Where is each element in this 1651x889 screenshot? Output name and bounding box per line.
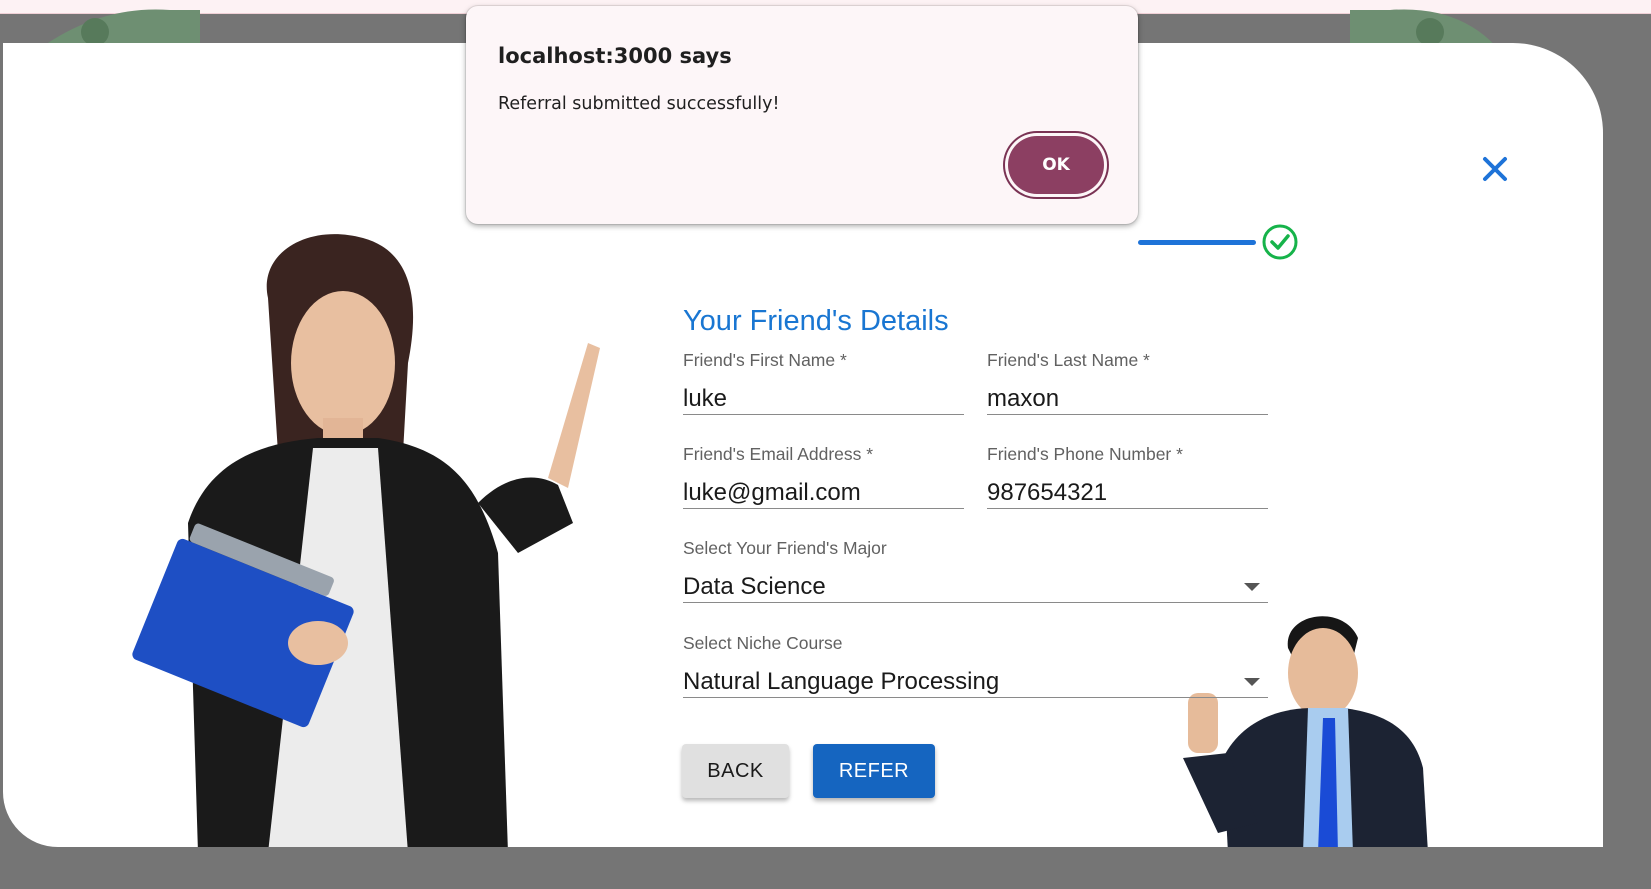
major-selected-value[interactable]: Data Science	[683, 573, 826, 601]
chevron-down-icon[interactable]	[1244, 678, 1260, 686]
niche-course-select[interactable]: Select Niche Course Natural Language Pro…	[683, 633, 1268, 698]
niche-course-selected-value[interactable]: Natural Language Processing	[683, 668, 999, 696]
phone-underline	[987, 508, 1268, 509]
last-name-label: Friend's Last Name *	[987, 350, 1150, 370]
alert-message: Referral submitted successfully!	[498, 94, 780, 114]
major-underline	[683, 602, 1268, 603]
stepper-progress-line	[1138, 240, 1256, 245]
last-name-field[interactable]: Friend's Last Name * maxon	[987, 350, 1268, 415]
form-title: Your Friend's Details	[683, 305, 949, 337]
first-name-label: Friend's First Name *	[683, 350, 847, 370]
ok-button[interactable]: OK	[1008, 136, 1104, 194]
back-button[interactable]: BACK	[682, 744, 789, 798]
first-name-input[interactable]: luke	[683, 385, 727, 413]
refer-button[interactable]: REFER	[813, 744, 935, 798]
niche-course-label: Select Niche Course	[683, 633, 843, 653]
major-label: Select Your Friend's Major	[683, 538, 887, 558]
phone-input[interactable]: 987654321	[987, 479, 1107, 507]
niche-course-underline	[683, 697, 1268, 698]
first-name-underline	[683, 414, 964, 415]
first-name-field[interactable]: Friend's First Name * luke	[683, 350, 964, 415]
major-select[interactable]: Select Your Friend's Major Data Science	[683, 538, 1268, 603]
woman-with-clipboard-image	[132, 234, 600, 847]
email-underline	[683, 508, 964, 509]
email-field[interactable]: Friend's Email Address * luke@gmail.com	[683, 444, 964, 509]
phone-field[interactable]: Friend's Phone Number * 987654321	[987, 444, 1268, 509]
check-circle-icon	[1262, 224, 1298, 260]
chevron-down-icon[interactable]	[1244, 583, 1260, 591]
last-name-underline	[987, 414, 1268, 415]
alert-title: localhost:3000 says	[498, 44, 732, 68]
last-name-input[interactable]: maxon	[987, 385, 1059, 413]
email-label: Friend's Email Address *	[683, 444, 874, 464]
alert-dialog: localhost:3000 says Referral submitted s…	[466, 6, 1138, 224]
phone-label: Friend's Phone Number *	[987, 444, 1183, 464]
close-icon[interactable]	[1477, 151, 1513, 187]
email-input[interactable]: luke@gmail.com	[683, 479, 861, 507]
